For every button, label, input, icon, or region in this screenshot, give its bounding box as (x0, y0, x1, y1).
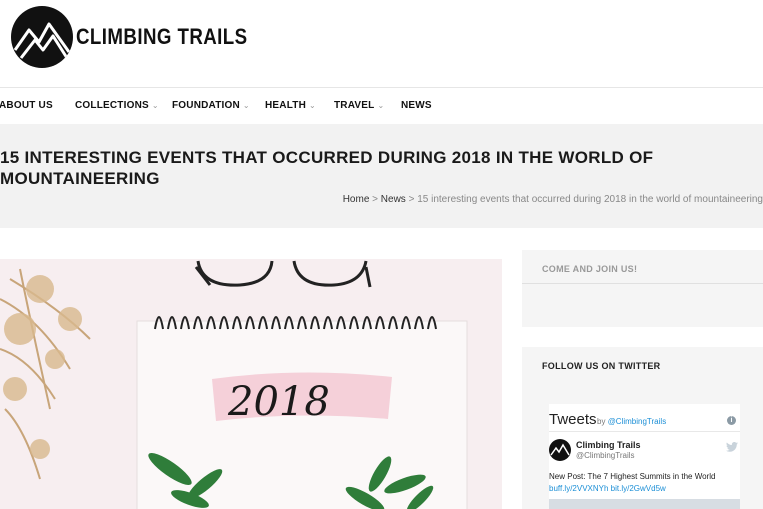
chevron-down-icon: ⌄ (151, 101, 159, 110)
logo-wordmark: CLIMBING TRAILS (76, 24, 248, 49)
breadcrumb-home-link[interactable]: Home (343, 194, 370, 205)
nav-item-news[interactable]: NEWS (401, 100, 432, 111)
page-title: 15 INTERESTING EVENTS THAT OCCURRED DURI… (0, 148, 654, 188)
main-navigation: ABOUT US COLLECTIONS ⌄ FOUNDATION ⌄ HEALTH… (0, 89, 763, 123)
breadcrumb-current: 15 interesting events that occurred duri… (417, 194, 763, 205)
twitter-handle-link[interactable]: @ClimbingTrails (608, 417, 667, 426)
timeline-heading: Tweets (549, 411, 597, 428)
site-header: CLIMBING TRAILS (0, 0, 763, 88)
nav-label: COLLECTIONS (75, 100, 149, 111)
page-title-band: 15 INTERESTING EVENTS THAT OCCURRED DURI… (0, 124, 763, 228)
tweet-links[interactable]: buff.ly/2VVXNYh bit.ly/2GwVd5w (549, 484, 666, 493)
nav-item-health[interactable]: HEALTH ⌄ (265, 100, 316, 111)
chevron-down-icon: ⌄ (242, 101, 250, 110)
timeline-header: Tweets by @ClimbingTrails i (549, 408, 740, 432)
nav-item-foundation[interactable]: FOUNDATION ⌄ (172, 100, 250, 111)
nav-label: NEWS (401, 100, 432, 111)
tweet-author-name[interactable]: Climbing Trails (576, 440, 641, 450)
breadcrumb: Home > News > 15 interesting events that… (343, 194, 763, 205)
site-logo[interactable]: CLIMBING TRAILS (11, 6, 278, 68)
by-label: by (597, 417, 606, 426)
nav-label: TRAVEL (334, 100, 375, 111)
chevron-down-icon: ⌄ (377, 101, 385, 110)
image-year-text: 2018 (227, 379, 330, 425)
twitter-timeline: Tweets by @ClimbingTrails i Climbing Tra… (549, 404, 740, 509)
tweet-author-handle[interactable]: @ClimbingTrails (576, 451, 635, 460)
nav-item-travel[interactable]: TRAVEL ⌄ (334, 100, 384, 111)
join-widget: COME AND JOIN US! (522, 250, 763, 327)
nav-label: FOUNDATION (172, 100, 240, 111)
nav-item-about-us[interactable]: ABOUT US (0, 100, 53, 111)
breadcrumb-news-link[interactable]: News (381, 194, 406, 205)
twitter-widget: FOLLOW US ON TWITTER Tweets by @Climbing… (522, 347, 763, 509)
twitter-bird-icon[interactable] (726, 442, 738, 452)
avatar[interactable] (549, 439, 571, 461)
nav-label: HEALTH (265, 100, 307, 111)
tweet-text: New Post: The 7 Highest Summits in the W… (549, 472, 716, 481)
widget-header: COME AND JOIN US! (522, 250, 763, 284)
nav-item-collections[interactable]: COLLECTIONS ⌄ (75, 100, 159, 111)
widget-title: COME AND JOIN US! (542, 264, 638, 274)
widget-title: FOLLOW US ON TWITTER (542, 361, 661, 371)
breadcrumb-separator: > (408, 194, 415, 205)
breadcrumb-separator: > (372, 194, 379, 205)
nav-label: ABOUT US (0, 100, 53, 111)
timeline-by: by @ClimbingTrails (597, 417, 666, 426)
tweet-image[interactable] (549, 499, 740, 509)
featured-image: 2018 (0, 259, 502, 509)
mountain-logo-icon (11, 6, 73, 68)
info-icon[interactable]: i (727, 416, 736, 425)
chevron-down-icon: ⌄ (309, 101, 316, 110)
